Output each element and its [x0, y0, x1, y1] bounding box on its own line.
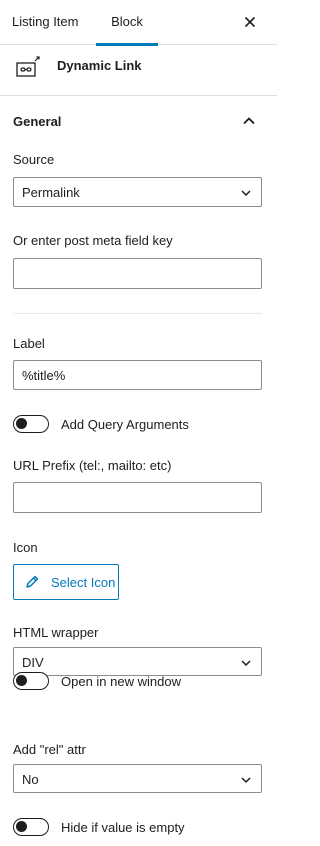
pencil-icon — [26, 575, 39, 588]
html-wrapper-select[interactable]: DIV — [13, 647, 262, 676]
select-icon-button[interactable]: Select Icon — [13, 564, 119, 600]
toggle-knob — [16, 418, 27, 429]
hide-if-empty-toggle[interactable] — [13, 818, 49, 836]
hide-if-empty-label: Hide if value is empty — [61, 820, 185, 835]
toggle-knob — [16, 821, 27, 832]
close-button[interactable] — [238, 10, 262, 34]
new-window-toggle[interactable] — [13, 672, 49, 690]
link-label-input[interactable]: %title% — [13, 360, 262, 390]
rel-value: No — [22, 772, 39, 787]
source-label: Source — [13, 152, 55, 167]
close-icon — [244, 16, 256, 28]
url-prefix-label: URL Prefix (tel:, mailto: etc) — [13, 458, 172, 473]
section-divider — [13, 313, 262, 314]
icon-label: Icon — [13, 540, 38, 555]
meta-key-label: Or enter post meta field key — [13, 233, 173, 248]
tab-block-label: Block — [111, 14, 143, 29]
new-window-label: Open in new window — [61, 674, 181, 689]
link-label-value: %title% — [22, 368, 66, 383]
block-title: Dynamic Link — [57, 58, 142, 73]
tab-listing-item[interactable]: Listing Item — [12, 0, 78, 45]
select-icon-label: Select Icon — [51, 575, 116, 590]
sidebar-tabs: Listing Item Block — [0, 0, 277, 46]
chevron-up-icon — [243, 117, 255, 125]
chevron-down-icon — [241, 190, 251, 197]
block-card: Dynamic Link — [0, 45, 277, 96]
chevron-down-icon — [241, 777, 251, 784]
panel-title: General — [13, 114, 62, 129]
tab-block[interactable]: Block — [96, 0, 158, 46]
source-value: Permalink — [22, 185, 80, 200]
source-select[interactable]: Permalink — [13, 177, 262, 207]
rel-select[interactable]: No — [13, 764, 262, 793]
rel-label: Add "rel" attr — [13, 742, 86, 757]
panel-general-toggle[interactable]: General — [0, 97, 277, 145]
link-label-label: Label — [13, 336, 45, 351]
html-wrapper-label: HTML wrapper — [13, 625, 99, 640]
chevron-down-icon — [241, 660, 251, 667]
dynamic-link-icon — [16, 56, 40, 77]
query-arguments-label: Add Query Arguments — [61, 417, 189, 432]
meta-key-input[interactable] — [13, 258, 262, 289]
query-arguments-toggle[interactable] — [13, 415, 49, 433]
html-wrapper-value: DIV — [22, 655, 44, 670]
toggle-knob — [16, 675, 27, 686]
url-prefix-input[interactable] — [13, 482, 262, 513]
